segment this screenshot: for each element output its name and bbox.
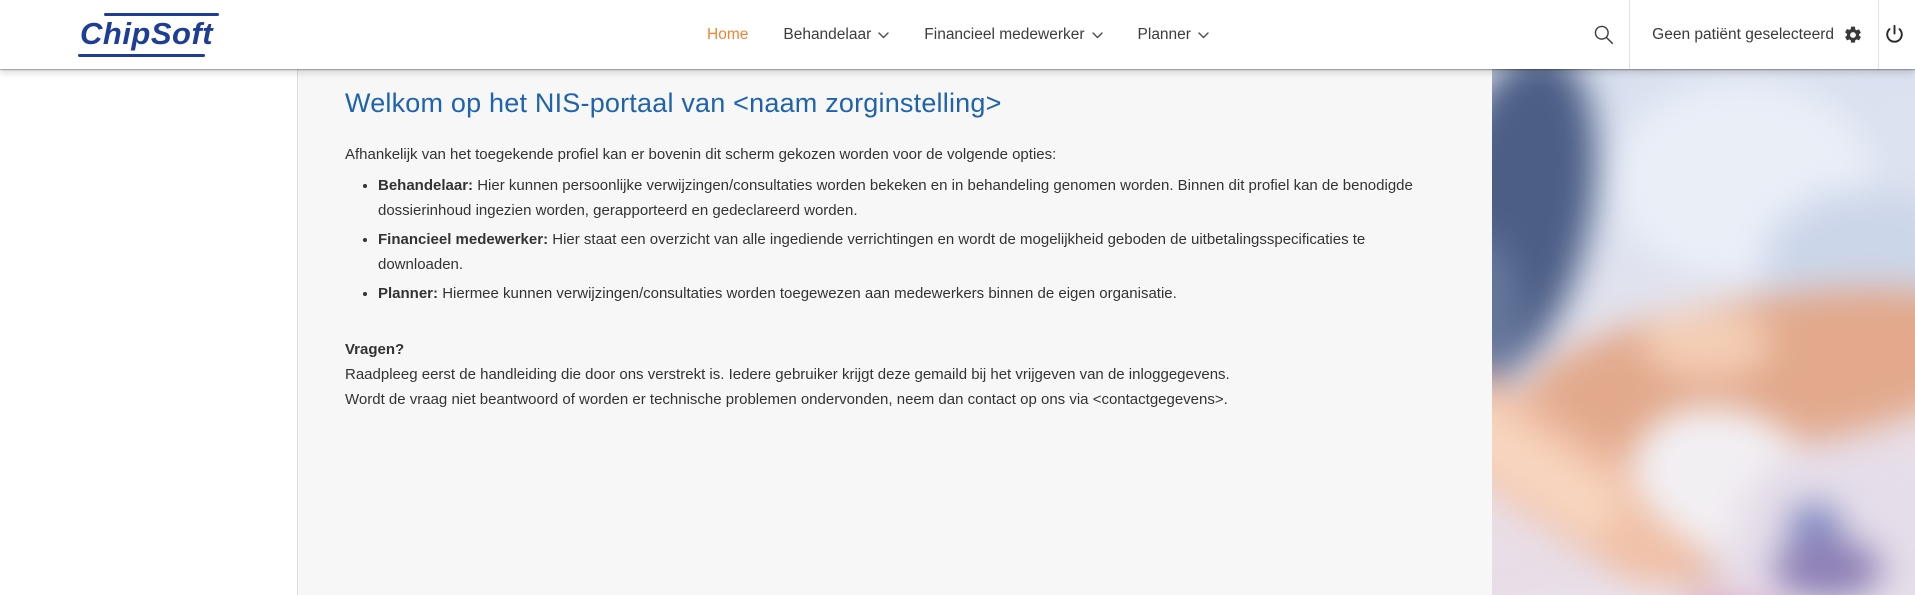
option-text: Hiermee kunnen verwijzingen/consultaties… — [442, 285, 1177, 302]
patient-selector-button[interactable]: Geen patiënt geselecteerd — [1630, 0, 1878, 69]
nav-item-behandelaar-label: Behandelaar — [783, 25, 872, 43]
nav-item-home[interactable]: Home — [707, 26, 748, 44]
nav-item-financieel-medewerker[interactable]: Financieel medewerker — [924, 25, 1103, 44]
photo-blur-layer — [1492, 69, 1915, 595]
nav-item-financieel-medewerker-label: Financieel medewerker — [924, 25, 1085, 43]
questions-line-2: Wordt de vraag niet beantwoord of worden… — [345, 391, 1228, 408]
page-body: Welkom op het NIS-portaal van <naam zorg… — [0, 69, 1915, 595]
nav-item-planner-label: Planner — [1137, 25, 1191, 43]
search-icon — [1592, 23, 1615, 46]
questions-heading: Vragen? — [345, 341, 405, 358]
decorative-photo — [1492, 69, 1915, 595]
logout-button[interactable] — [1879, 0, 1915, 69]
page-title: Welkom op het NIS-portaal van <naam zorg… — [345, 88, 1002, 118]
profile-options-list: Behandelaar: Hier kunnen persoonlijke ve… — [345, 173, 1446, 306]
nav-item-home-label: Home — [707, 25, 749, 43]
gear-icon[interactable] — [1843, 25, 1863, 45]
search-button[interactable] — [1577, 0, 1630, 69]
chipsoft-logo[interactable]: ChipSoft — [76, 11, 223, 61]
main-nav: Home Behandelaar Financieel medewerker P… — [707, 0, 1209, 69]
patient-selector-label: Geen patiënt geselecteerd — [1652, 25, 1834, 43]
intro-text: Afhankelijk van het toegekende profiel k… — [345, 146, 1057, 163]
chevron-down-icon — [1198, 32, 1209, 39]
option-label: Behandelaar: — [378, 177, 474, 194]
questions-section: Vragen? Raadpleeg eerst de handleiding d… — [345, 337, 1446, 412]
questions-line-1: Raadpleeg eerst de handleiding die door … — [345, 366, 1230, 383]
header-controls: Geen patiënt geselecteerd — [1577, 0, 1915, 69]
chipsoft-logo-text: ChipSoft — [78, 13, 220, 57]
nav-item-planner[interactable]: Planner — [1138, 26, 1209, 44]
chevron-down-icon — [1091, 32, 1103, 39]
list-item-behandelaar: Behandelaar: Hier kunnen persoonlijke ve… — [378, 173, 1443, 223]
list-item-financieel-medewerker: Financieel medewerker: Hier staat een ov… — [378, 227, 1443, 277]
welcome-content: Welkom op het NIS-portaal van <naam zorg… — [298, 69, 1492, 595]
top-header: ChipSoft Home Behandelaar Financieel med… — [0, 0, 1915, 69]
power-icon — [1883, 23, 1906, 46]
chevron-down-icon — [878, 32, 889, 39]
left-margin-panel — [0, 69, 298, 595]
option-text: Hier kunnen persoonlijke verwijzingen/co… — [378, 177, 1413, 219]
nav-item-behandelaar[interactable]: Behandelaar — [783, 26, 889, 44]
option-label: Planner: — [378, 285, 439, 302]
list-item-planner: Planner: Hiermee kunnen verwijzingen/con… — [378, 281, 1443, 306]
option-label: Financieel medewerker: — [378, 231, 549, 248]
